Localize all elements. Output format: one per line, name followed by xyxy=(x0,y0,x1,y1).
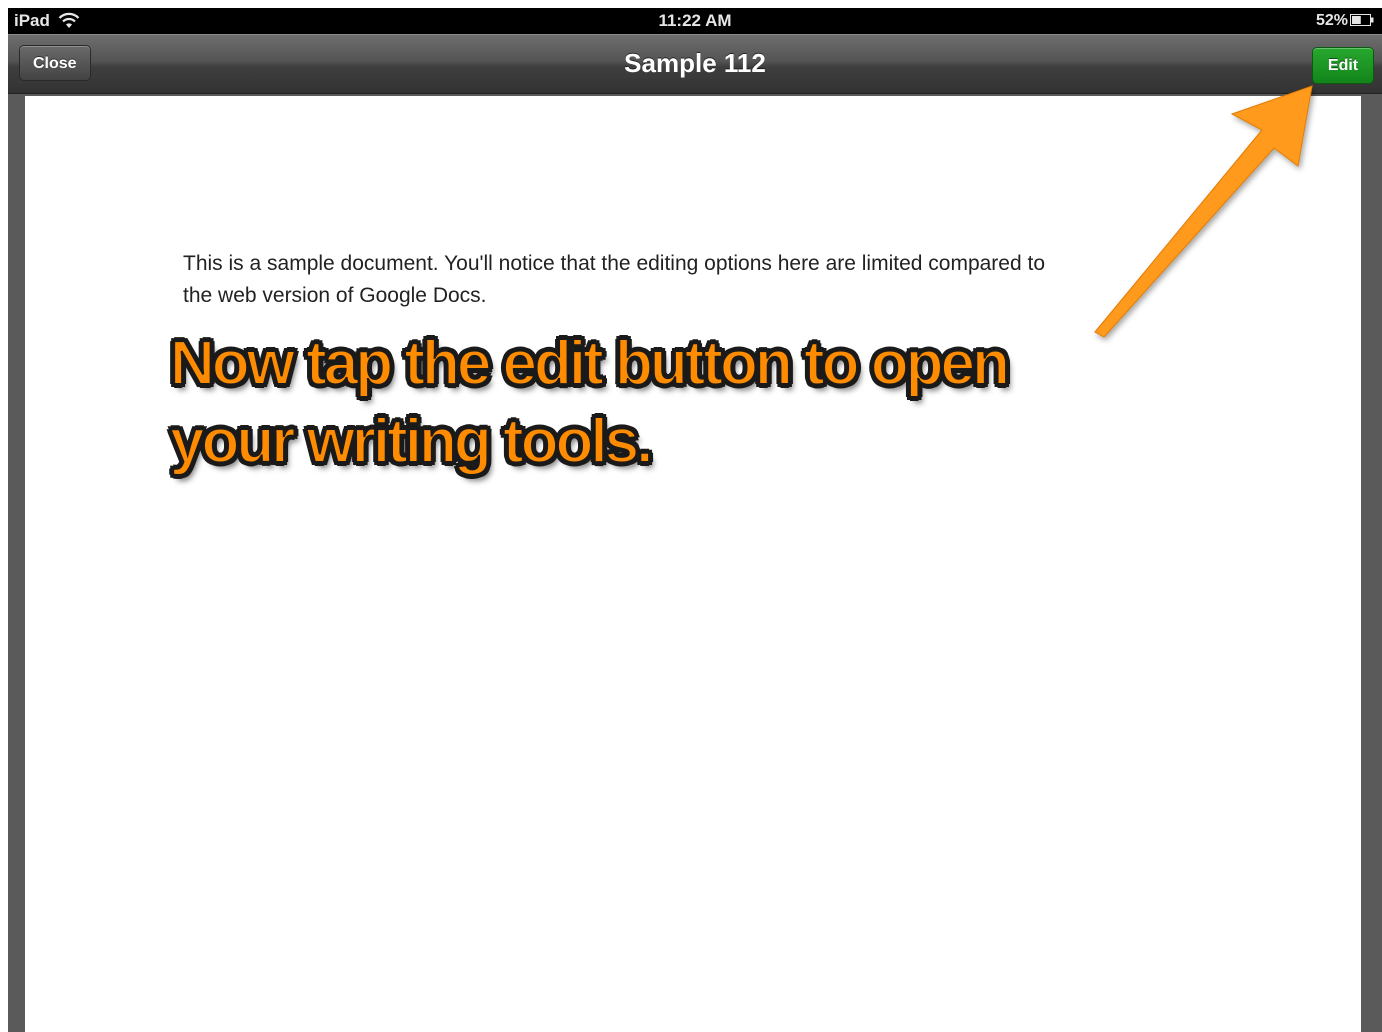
edit-button[interactable]: Edit xyxy=(1312,47,1374,84)
tutorial-callout: Now tap the edit button to open your wri… xyxy=(169,325,1011,481)
document-title: Sample 112 xyxy=(624,48,766,78)
callout-line: your writing tools. xyxy=(169,406,654,477)
status-bar: iPad 11:22 AM 52% xyxy=(8,8,1382,34)
status-time: 11:22 AM xyxy=(658,11,732,30)
document-line: the web version of Google Docs. xyxy=(183,284,487,307)
battery-icon xyxy=(1350,14,1374,26)
document-line: This is a sample document. You'll notice… xyxy=(183,252,1046,275)
battery-percent: 52% xyxy=(1315,12,1348,29)
navigation-bar: Close Sample 112 Edit xyxy=(8,34,1382,94)
document-body[interactable]: This is a sample document. You'll notice… xyxy=(183,248,1183,312)
ipad-screen: iPad 11:22 AM 52% Close Sample 112 Edit … xyxy=(8,8,1382,1032)
document-frame: This is a sample document. You'll notice… xyxy=(8,94,1382,1032)
document-page[interactable]: This is a sample document. You'll notice… xyxy=(25,96,1361,1032)
callout-line: Now tap the edit button to open xyxy=(169,328,1011,399)
